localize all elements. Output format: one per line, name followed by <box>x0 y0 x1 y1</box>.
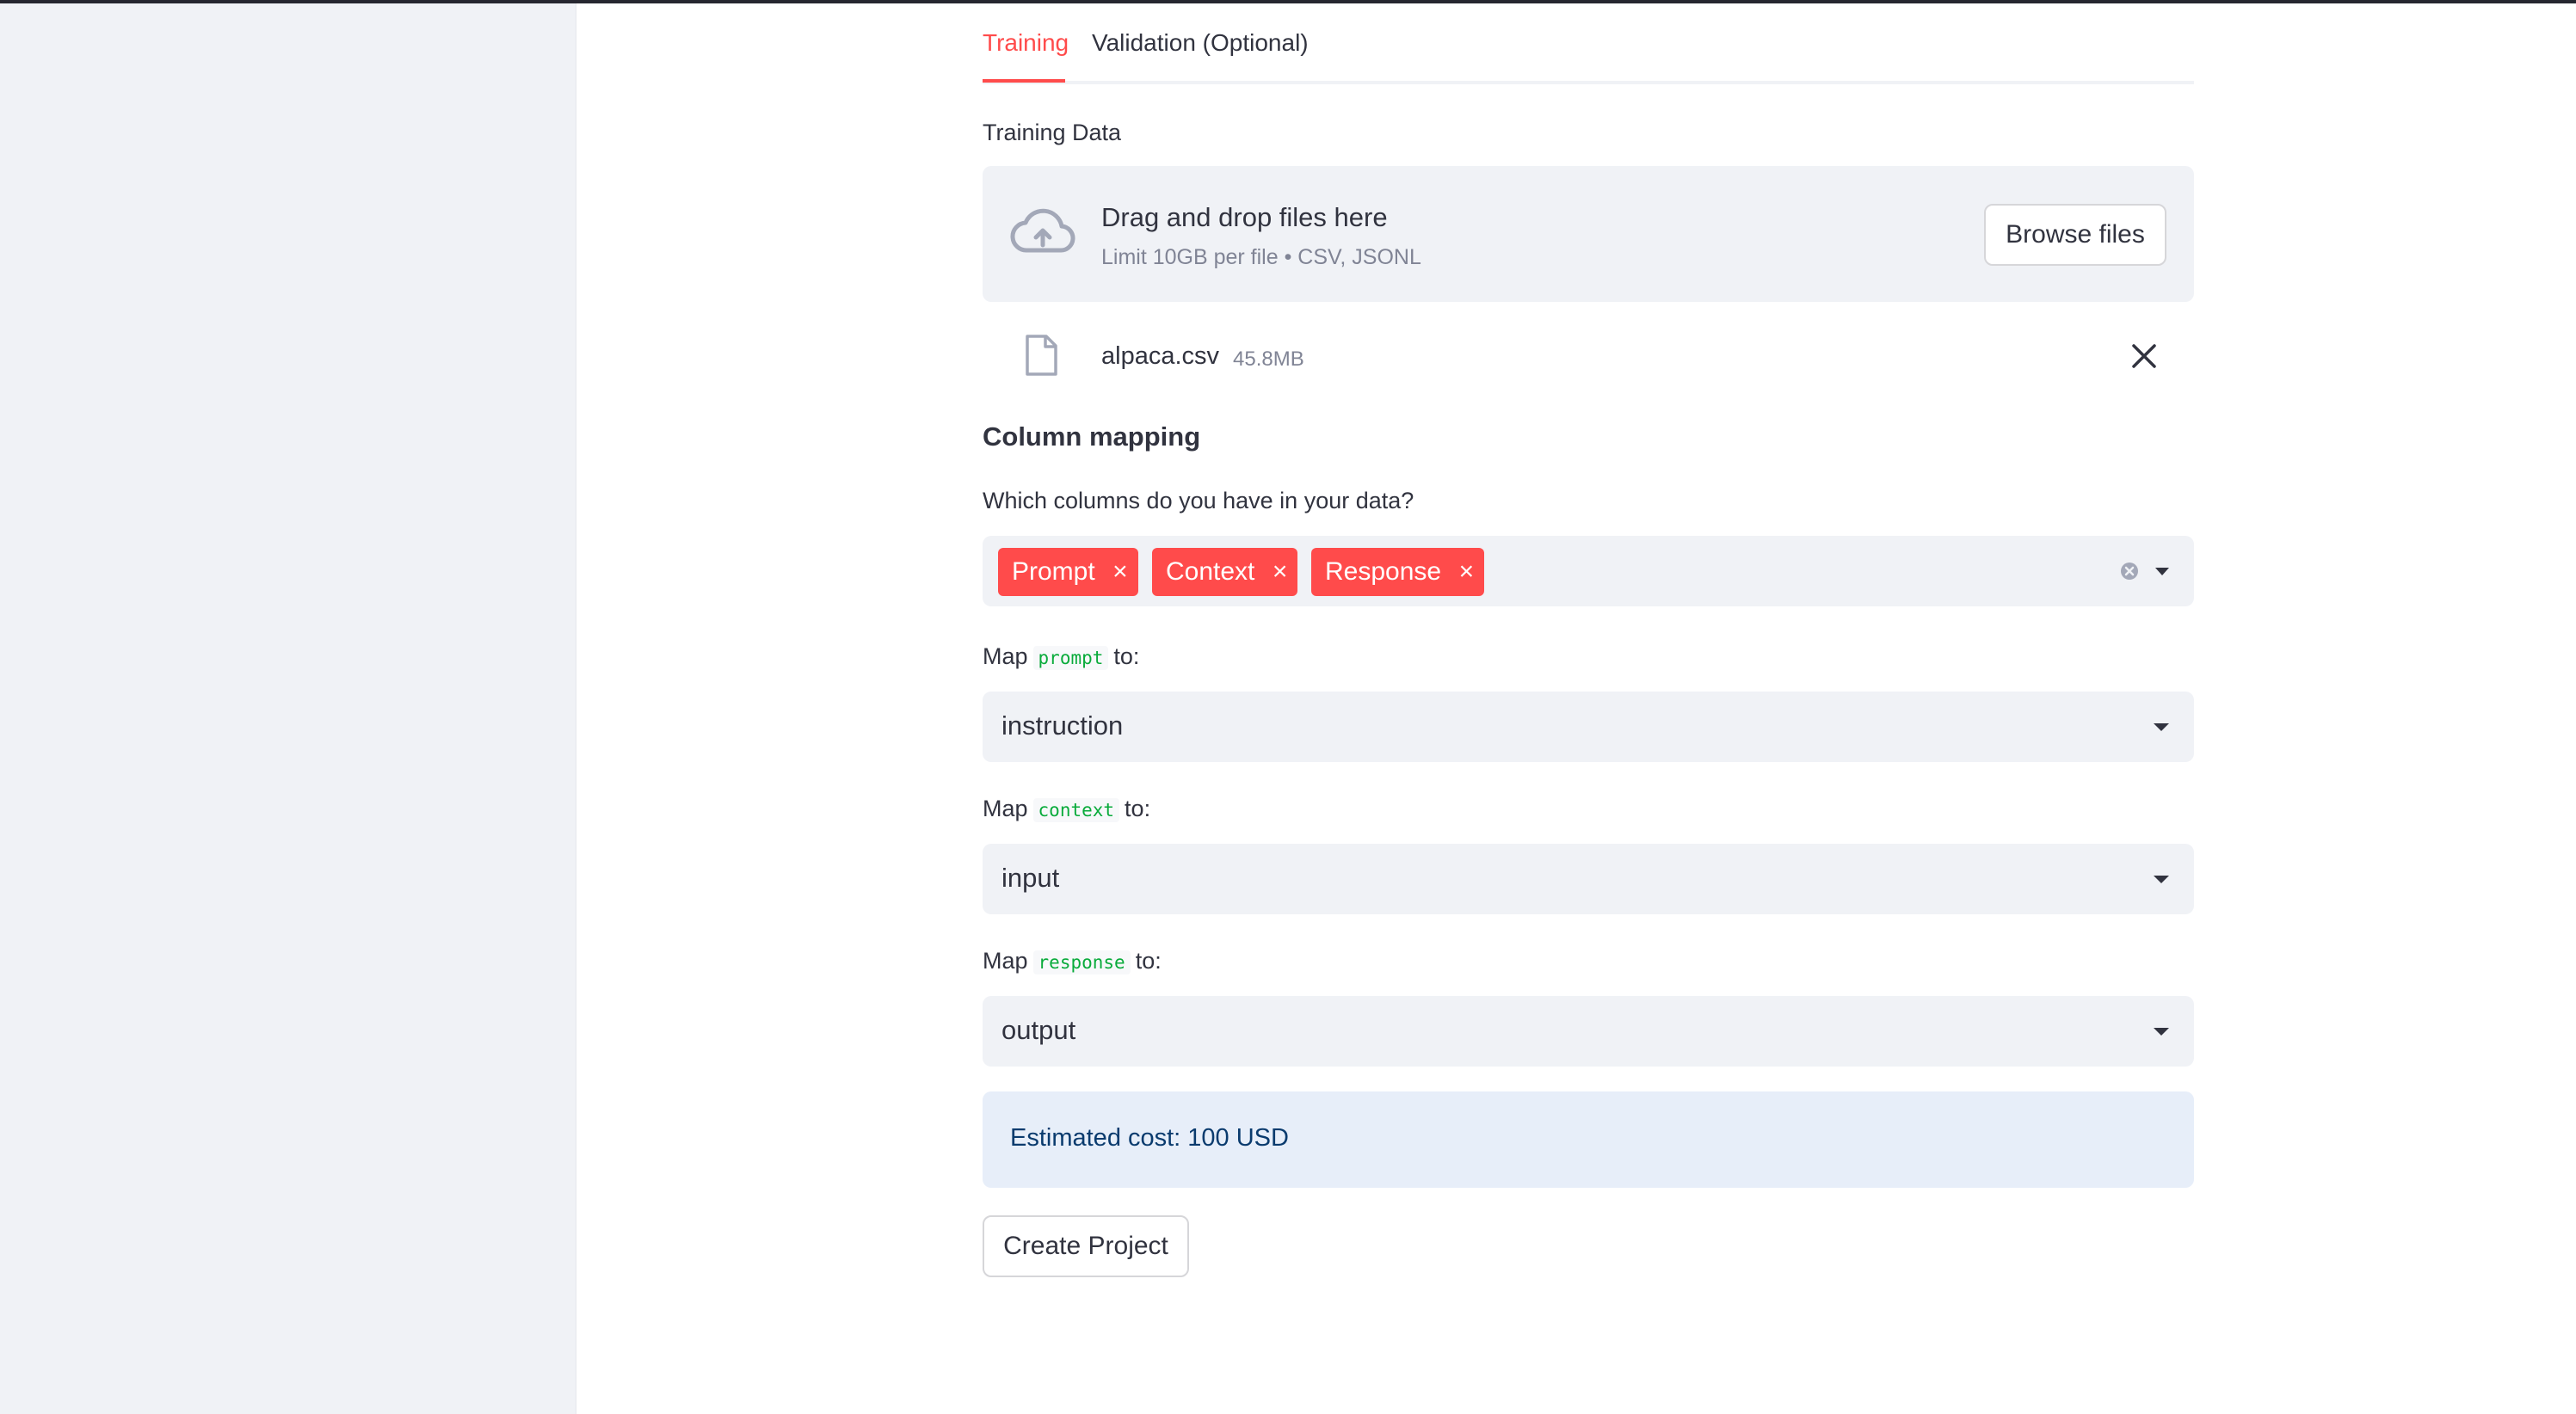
chip-remove-icon[interactable]: × <box>1112 548 1128 596</box>
chip-prompt: Prompt × <box>998 548 1138 596</box>
active-tab-indicator <box>983 79 1065 83</box>
chevron-down-icon <box>2154 723 2169 731</box>
chip-remove-icon[interactable]: × <box>1459 548 1475 596</box>
browse-files-button[interactable]: Browse files <box>1984 204 2166 266</box>
uploaded-file-row: alpaca.csv 45.8MB <box>983 322 2194 390</box>
columns-question-label: Which columns do you have in your data? <box>983 488 1414 513</box>
map-prefix: Map <box>983 796 1028 821</box>
select-value: output <box>1001 1015 1076 1045</box>
columns-multiselect[interactable]: Prompt × Context × Response × <box>983 536 2194 606</box>
chip-label: Response <box>1325 557 1442 586</box>
map-response-label: Map response to: <box>983 948 1162 974</box>
estimated-cost-text: Estimated cost: 100 USD <box>1010 1124 1289 1152</box>
map-key-code: prompt <box>1032 646 1109 670</box>
file-size: 45.8MB <box>1233 347 1304 371</box>
map-suffix: to: <box>1135 948 1162 974</box>
tab-validation[interactable]: Validation (Optional) <box>1092 29 1309 57</box>
chip-label: Prompt <box>1012 557 1095 586</box>
map-prompt-label: Map prompt to: <box>983 643 1139 670</box>
context-mapping-select[interactable]: input <box>983 844 2194 914</box>
map-prefix: Map <box>983 948 1028 974</box>
map-prefix: Map <box>983 643 1028 669</box>
content-column: Training Validation (Optional) Training … <box>983 3 2194 1277</box>
main-area: Training Validation (Optional) Training … <box>576 3 2576 1414</box>
chip-context: Context × <box>1152 548 1298 596</box>
chip-response: Response × <box>1311 548 1485 596</box>
file-name: alpaca.csv <box>1101 342 1220 370</box>
clear-all-icon[interactable] <box>2120 562 2139 581</box>
sidebar <box>0 3 576 1414</box>
column-mapping-title: Column mapping <box>983 421 1201 452</box>
dropzone-subtitle: Limit 10GB per file • CSV, JSONL <box>1101 245 1421 269</box>
chevron-down-icon <box>2154 1028 2169 1036</box>
dropzone-title: Drag and drop files here <box>1101 202 1388 232</box>
map-suffix: to: <box>1125 796 1151 821</box>
prompt-mapping-select[interactable]: instruction <box>983 692 2194 762</box>
cloud-upload-icon <box>1010 208 1075 253</box>
estimated-cost-info: Estimated cost: 100 USD <box>983 1091 2194 1188</box>
tab-bar: Training Validation (Optional) <box>983 3 2194 84</box>
response-mapping-select[interactable]: output <box>983 996 2194 1067</box>
select-value: input <box>1001 863 1060 893</box>
map-key-code: response <box>1032 950 1131 974</box>
close-icon[interactable] <box>2129 341 2160 372</box>
select-value: instruction <box>1001 710 1124 741</box>
file-dropzone[interactable]: Drag and drop files here Limit 10GB per … <box>983 166 2194 302</box>
chevron-down-icon <box>2154 876 2169 883</box>
training-data-label: Training Data <box>983 120 1122 145</box>
chevron-down-icon[interactable] <box>2154 565 2170 577</box>
tab-training[interactable]: Training <box>983 29 1069 57</box>
create-project-button[interactable]: Create Project <box>983 1215 1189 1277</box>
chip-remove-icon[interactable]: × <box>1273 548 1288 596</box>
map-suffix: to: <box>1113 643 1140 669</box>
map-context-label: Map context to: <box>983 796 1150 822</box>
map-key-code: context <box>1032 798 1120 822</box>
chip-label: Context <box>1166 557 1255 586</box>
file-icon <box>1026 335 1057 376</box>
